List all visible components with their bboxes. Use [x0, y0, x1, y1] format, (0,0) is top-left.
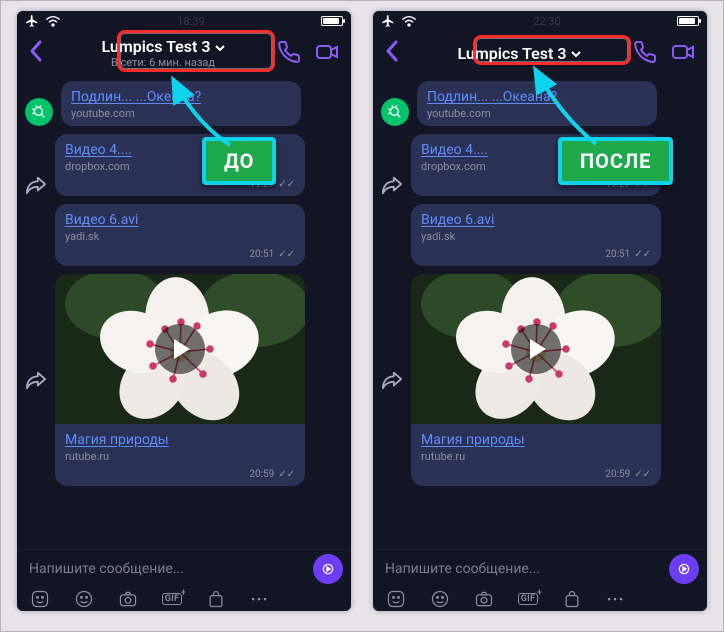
- link-domain: rutube.ru: [65, 450, 295, 463]
- read-receipt-icon: ✓✓: [278, 179, 295, 190]
- message-bubble[interactable]: Подлин... ...Океана? youtube.com: [417, 81, 657, 126]
- emoji-button[interactable]: [429, 588, 451, 610]
- camera-button[interactable]: [473, 588, 495, 610]
- send-button[interactable]: [669, 554, 699, 584]
- link-domain: yadi.sk: [65, 230, 295, 243]
- read-receipt-icon: ✓✓: [634, 249, 651, 260]
- message-time: 20:51: [605, 249, 630, 260]
- navbar: Lumpics Test 3 В сети: 6 мин. назад: [17, 31, 351, 77]
- link-domain: rutube.ru: [421, 450, 651, 463]
- status-bar: 22:30: [373, 11, 707, 31]
- airplane-mode-icon: [25, 14, 39, 28]
- status-time: 18:39: [177, 15, 204, 28]
- read-receipt-icon: ✓✓: [278, 469, 295, 480]
- emoji-button[interactable]: [73, 588, 95, 610]
- call-button[interactable]: [277, 40, 301, 68]
- phone-after: 22:30 Lumpics Test 3: [373, 11, 707, 611]
- link-domain: youtube.com: [427, 107, 647, 120]
- chat-title: Lumpics Test 3: [102, 38, 211, 56]
- callout-after: ПОСЛЕ: [558, 137, 673, 185]
- video-call-button[interactable]: [315, 40, 339, 68]
- share-icon[interactable]: [25, 174, 47, 196]
- link-domain: youtube.com: [71, 107, 291, 120]
- message-time: 20:59: [605, 469, 630, 480]
- phone-before: 18:39 Lumpics Test 3 В сети: 6 мин. наза…: [17, 11, 351, 611]
- chevron-down-icon: [215, 44, 225, 52]
- more-button[interactable]: •••: [605, 588, 627, 610]
- link-title[interactable]: Подлин... ...Океана?: [427, 89, 647, 105]
- video-message-bubble[interactable]: Магия природы rutube.ru 20:59 ✓✓: [55, 274, 305, 486]
- avatar[interactable]: [381, 98, 409, 126]
- call-button[interactable]: [633, 40, 657, 68]
- wifi-icon: [401, 15, 417, 27]
- message-bubble[interactable]: Видео 6.avi yadi.sk 20:51 ✓✓: [55, 204, 305, 266]
- video-thumbnail[interactable]: [55, 274, 305, 424]
- play-icon[interactable]: [511, 324, 561, 374]
- message-bubble[interactable]: Видео 6.avi yadi.sk 20:51 ✓✓: [411, 204, 661, 266]
- message-time: 20:51: [249, 249, 274, 260]
- shop-button[interactable]: [561, 588, 583, 610]
- callout-before: ДО: [202, 137, 276, 185]
- gif-button[interactable]: GIF+: [517, 588, 539, 610]
- sticker-button[interactable]: [29, 588, 51, 610]
- read-receipt-icon: ✓✓: [278, 249, 295, 260]
- camera-button[interactable]: [117, 588, 139, 610]
- link-title[interactable]: Магия природы: [421, 432, 651, 448]
- input-bar: Напишите сообщение... GIF+ •••: [17, 549, 351, 611]
- chat-title-block[interactable]: Lumpics Test 3 В сети: 6 мин. назад: [53, 38, 273, 69]
- avatar[interactable]: [25, 98, 53, 126]
- back-button[interactable]: [379, 40, 405, 68]
- send-button[interactable]: [313, 554, 343, 584]
- link-title[interactable]: Видео 6.avi: [65, 212, 295, 228]
- share-icon[interactable]: [381, 174, 403, 196]
- message-bubble[interactable]: Подлин... ...Океана? youtube.com: [61, 81, 301, 126]
- share-icon[interactable]: [381, 369, 403, 391]
- message-input[interactable]: Напишите сообщение...: [381, 561, 661, 577]
- video-thumbnail[interactable]: [411, 274, 661, 424]
- link-title[interactable]: Видео 6.avi: [421, 212, 651, 228]
- sticker-button[interactable]: [385, 588, 407, 610]
- chat-title-block[interactable]: Lumpics Test 3: [409, 45, 629, 63]
- video-call-button[interactable]: [671, 40, 695, 68]
- read-receipt-icon: ✓✓: [634, 469, 651, 480]
- share-icon[interactable]: [25, 369, 47, 391]
- chat-title: Lumpics Test 3: [458, 45, 567, 63]
- play-icon[interactable]: [155, 324, 205, 374]
- link-title[interactable]: Подлин... ...Океана?: [71, 89, 291, 105]
- battery-icon: [677, 16, 699, 26]
- input-bar: Напишите сообщение... GIF+ •••: [373, 549, 707, 611]
- chevron-down-icon: [571, 50, 581, 58]
- link-domain: yadi.sk: [421, 230, 651, 243]
- navbar: Lumpics Test 3: [373, 31, 707, 77]
- wifi-icon: [45, 15, 61, 27]
- messages-list[interactable]: Подлин... ...Океана? youtube.com Видео 4…: [17, 77, 351, 549]
- gif-button[interactable]: GIF+: [161, 588, 183, 610]
- airplane-mode-icon: [381, 14, 395, 28]
- status-bar: 18:39: [17, 11, 351, 31]
- chat-subtitle: В сети: 6 мин. назад: [111, 57, 215, 70]
- message-input[interactable]: Напишите сообщение...: [25, 561, 305, 577]
- status-time: 22:30: [533, 15, 560, 28]
- link-title[interactable]: Магия природы: [65, 432, 295, 448]
- shop-button[interactable]: [205, 588, 227, 610]
- battery-icon: [321, 16, 343, 26]
- more-button[interactable]: •••: [249, 588, 271, 610]
- back-button[interactable]: [23, 40, 49, 68]
- video-message-bubble[interactable]: Магия природы rutube.ru 20:59 ✓✓: [411, 274, 661, 486]
- message-time: 20:59: [249, 469, 274, 480]
